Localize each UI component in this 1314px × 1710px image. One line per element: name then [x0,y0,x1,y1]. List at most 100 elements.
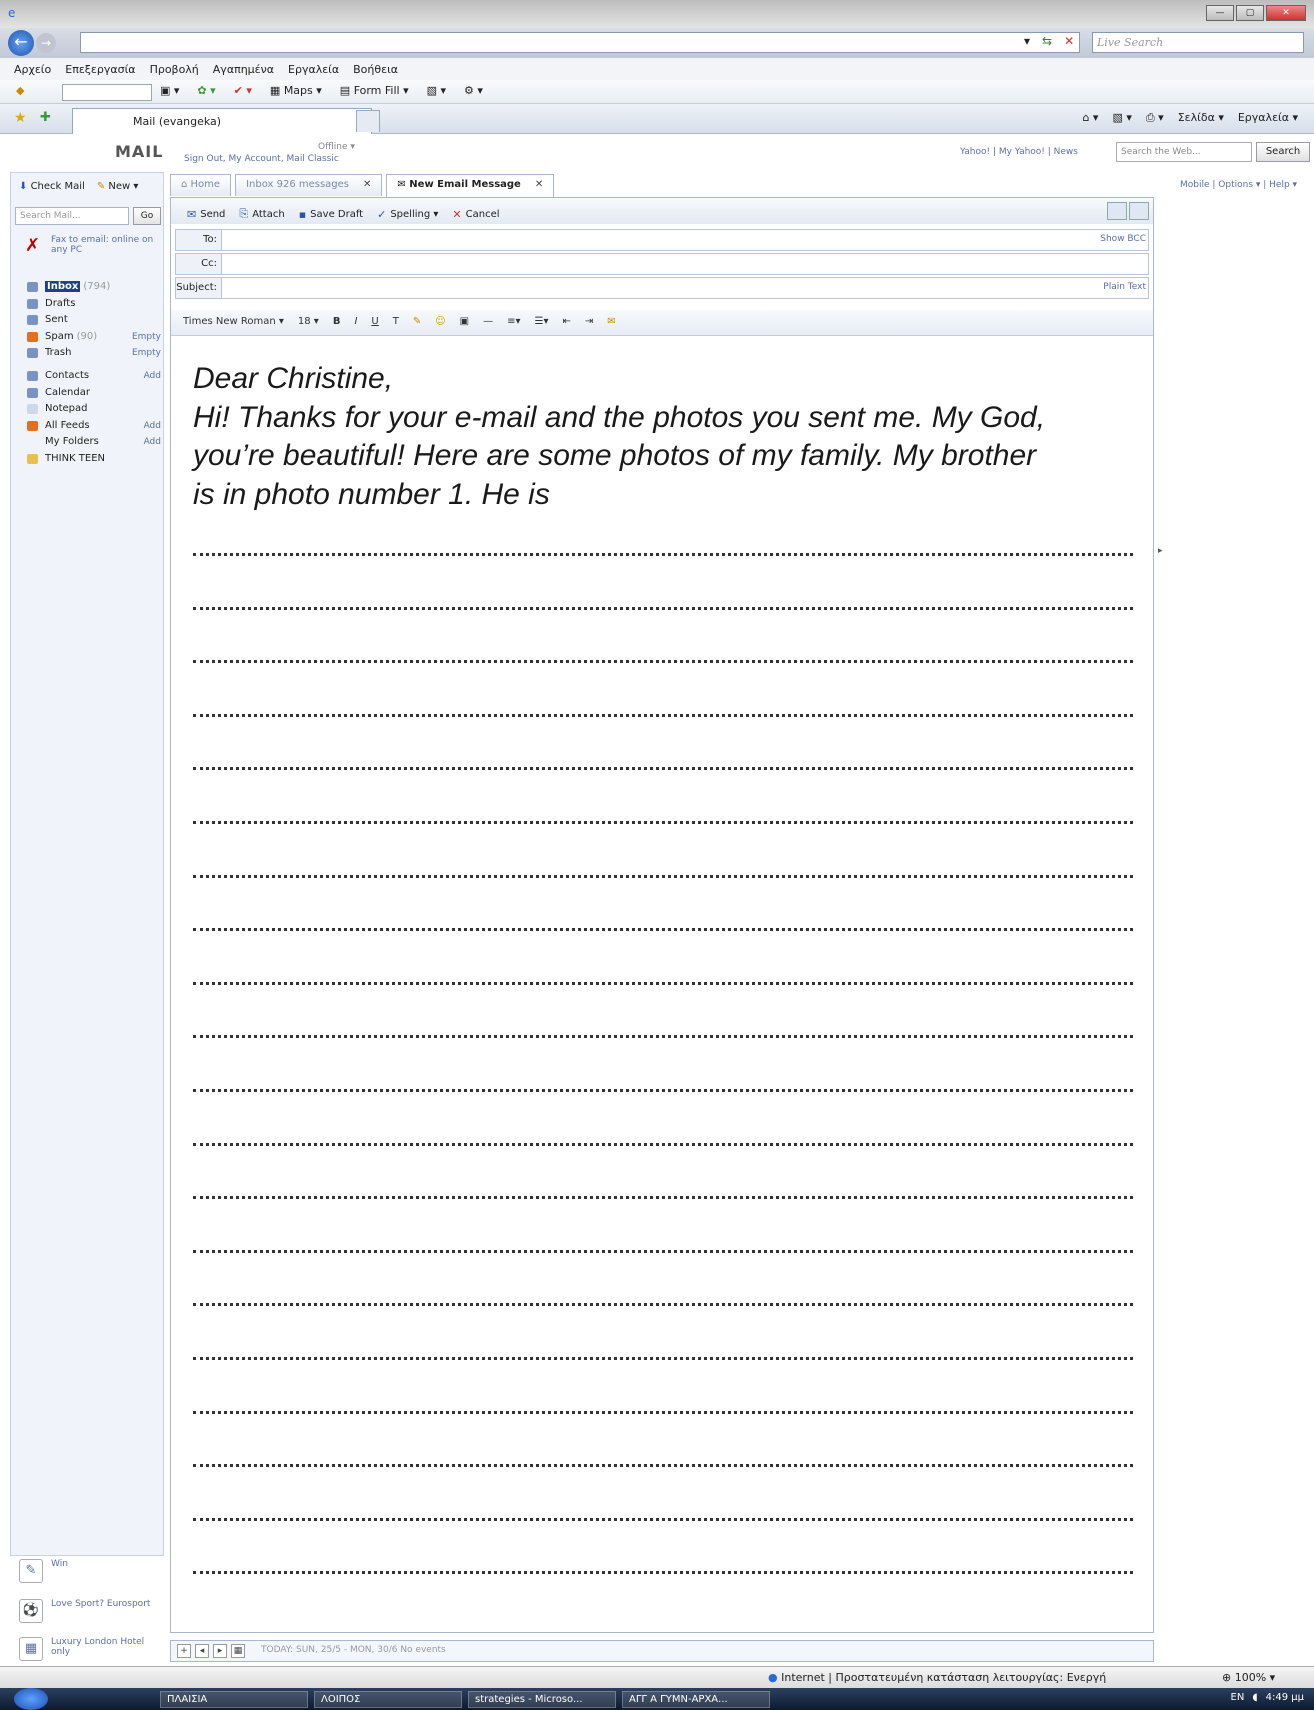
zoom-level[interactable]: ⊕ 100% ▾ [1222,1671,1275,1684]
app-notepad[interactable]: Notepad [25,401,161,418]
horizontal-rule-icon[interactable]: — [483,316,493,335]
subject-field[interactable]: Subject: Plain Text [175,277,1149,299]
folder-think-teen[interactable]: THINK TEEN [25,451,161,468]
yahoo-links[interactable]: Yahoo! | My Yahoo! | News [960,147,1078,157]
to-field[interactable]: To: Show BCC [175,229,1149,251]
options-links[interactable]: Mobile | Options ▾ | Help ▾ [1180,180,1297,190]
empty-spam-link[interactable]: Empty [132,329,161,345]
maximize-icon[interactable]: ▢ [1236,5,1264,21]
new-button[interactable]: ✎ New ▾ [97,181,139,192]
emoticon-icon[interactable]: ☺ [435,316,445,335]
ad-win[interactable]: ✎ Win [19,1559,159,1589]
minimize-icon[interactable]: — [1206,5,1234,21]
search-mail-input[interactable]: Search Mail... [15,207,129,225]
tools-menu[interactable]: Εργαλεία ▾ [1238,111,1298,125]
add-event-icon[interactable]: + [177,1644,191,1658]
ad-eurosport[interactable]: ⚽ Love Sport? Eurosport [19,1599,159,1629]
show-bcc-link[interactable]: Show BCC [1100,234,1146,244]
refresh-icon[interactable]: ⇆ [1042,34,1052,48]
language-indicator[interactable]: EN [1231,1692,1245,1703]
clock[interactable]: 4:49 μμ [1266,1692,1304,1703]
text-color-icon[interactable]: T [393,316,399,335]
empty-trash-link[interactable]: Empty [132,345,161,361]
dropdown-icon[interactable]: ▾ [1024,34,1030,48]
account-links[interactable]: Sign Out, My Account, Mail Classic [184,154,339,164]
search-web-input[interactable]: Search the Web... [1116,142,1252,162]
toolbar-search-input[interactable] [62,84,152,101]
toolbar-icon-b[interactable]: ✿ ▾ [197,84,215,97]
forward-icon[interactable]: → [36,33,56,53]
add-folder-link[interactable]: Add [144,434,161,450]
rss-icon[interactable]: ▧ ▾ [427,84,446,97]
prev-icon[interactable]: ◂ [195,1644,209,1658]
ad-hotel[interactable]: ▦ Luxury London Hotel only [19,1637,159,1667]
search-go-button[interactable]: Go [133,207,161,225]
add-favorite-icon[interactable]: ✚ [40,110,51,125]
contacts-icon[interactable] [1107,202,1127,220]
fax-promo[interactable]: ✗ Fax to email: online on any PC [19,235,159,265]
security-zone[interactable]: ● Internet | Προστατευμένη κατάσταση λει… [768,1671,1106,1684]
menu-item-favorites[interactable]: Αγαπημένα [213,63,274,76]
taskbar-item[interactable]: ΛΟΙΠΟΣ [314,1691,462,1708]
next-icon[interactable]: ▸ [213,1644,227,1658]
folder-trash[interactable]: Trash Empty [25,345,161,362]
cancel-button[interactable]: ✕ Cancel [452,204,499,224]
menu-item-help[interactable]: Βοήθεια [353,63,398,76]
app-calendar[interactable]: Calendar [25,385,161,402]
outdent-icon[interactable]: ⇤ [563,316,571,335]
stationery-icon[interactable]: ✉ [607,316,615,335]
app-contacts[interactable]: Contacts Add [25,368,161,385]
close-tab-icon[interactable]: ✕ [363,179,371,190]
align-icon[interactable]: ≡▾ [507,316,520,335]
home-icon[interactable]: ⌂ ▾ [1082,111,1098,125]
folder-drafts[interactable]: Drafts [25,296,161,313]
print-icon[interactable]: ⎙ ▾ [1146,111,1164,125]
add-feed-link[interactable]: Add [144,418,161,434]
underline-icon[interactable]: U [371,316,378,335]
volume-icon[interactable]: ◖ [1252,1692,1257,1703]
add-contact-link[interactable]: Add [144,368,161,384]
menu-item-file[interactable]: Αρχείο [14,63,51,76]
back-icon[interactable]: ← [8,30,34,56]
toolbar-icon-c[interactable]: ✔ ▾ [234,84,252,97]
browser-tab-mail[interactable]: Mail (evangeka) [72,108,372,134]
send-button[interactable]: ✉ Send [187,204,225,224]
folder-inbox[interactable]: Inbox (794) [25,279,161,296]
pane-splitter-icon[interactable]: ▸ [1158,546,1163,556]
popout-icon[interactable] [1129,202,1149,220]
form-fill-button[interactable]: ▤ Form Fill ▾ [340,84,409,97]
taskbar-item[interactable]: strategies - Microso... [468,1691,616,1708]
italic-icon[interactable]: I [354,316,357,335]
live-search-input[interactable]: Live Search [1092,32,1304,53]
folder-sent[interactable]: Sent [25,312,161,329]
start-icon[interactable] [14,1688,48,1710]
check-mail-button[interactable]: ⬇ Check Mail [19,181,85,192]
attach-button[interactable]: ⎘ Attach [239,204,284,224]
taskbar-item[interactable]: ΠΛΑΙΣΙΑ [160,1691,308,1708]
search-web-button[interactable]: Search [1256,142,1310,162]
insert-image-icon[interactable]: ▣ [460,316,469,335]
tab-new-email[interactable]: ✉ New Email Message ✕ [386,174,555,198]
plain-text-link[interactable]: Plain Text [1103,282,1146,292]
offline-toggle[interactable]: Offline ▾ [318,142,355,152]
menu-item-tools[interactable]: Εργαλεία [288,63,339,76]
menu-item-view[interactable]: Προβολή [150,63,199,76]
folder-spam[interactable]: Spam (90) Empty [25,329,161,346]
highlight-icon[interactable]: ✎ [413,316,421,335]
page-menu[interactable]: Σελίδα ▾ [1178,111,1224,125]
message-body[interactable]: Dear Christine, Hi! Thanks for your e-ma… [171,336,1153,1630]
spelling-button[interactable]: ✓ Spelling ▾ [377,204,438,224]
settings-icon[interactable]: ⚙ ▾ [464,84,483,97]
font-size-select[interactable]: 18 ▾ [298,316,319,335]
indent-icon[interactable]: ⇥ [585,316,593,335]
calendar-icon[interactable]: ▦ [231,1644,245,1658]
feeds-icon[interactable]: ▧ ▾ [1112,111,1131,125]
stop-icon[interactable]: ✕ [1064,34,1074,48]
close-icon[interactable]: ✕ [1266,5,1306,21]
tab-inbox[interactable]: Inbox 926 messages ✕ [235,174,383,196]
maps-button[interactable]: ▦ Maps ▾ [270,84,322,97]
toolbar-icon-a[interactable]: ▣ ▾ [160,84,179,97]
favorites-star-icon[interactable]: ★ [14,110,27,126]
font-family-select[interactable]: Times New Roman ▾ [183,316,284,335]
taskbar-item[interactable]: ΑΓΓ Α ΓΥΜΝ-ΑΡΧΑ... [622,1691,770,1708]
